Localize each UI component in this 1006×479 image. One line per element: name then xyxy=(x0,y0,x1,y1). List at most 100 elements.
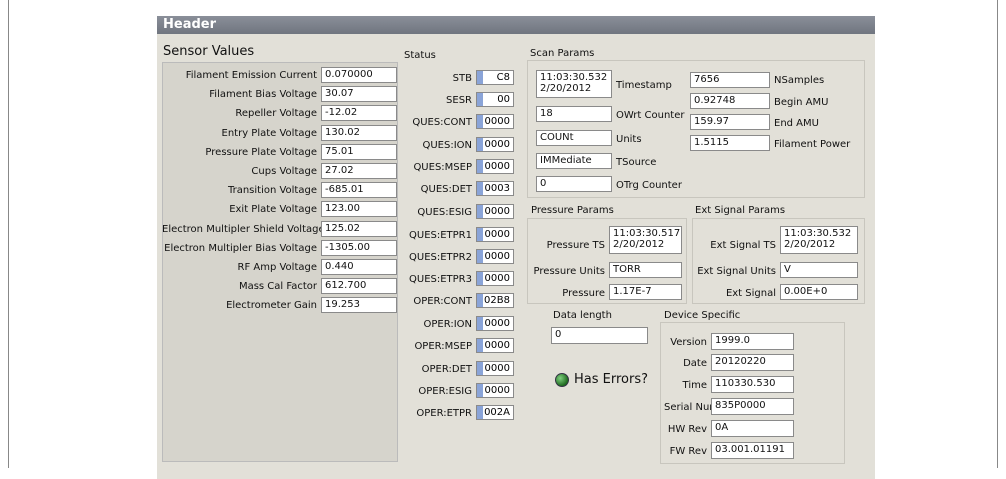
sensor-row-value[interactable]: 0.440 xyxy=(321,259,397,275)
sensor-row-label: Filament Emission Current xyxy=(185,70,317,81)
spinner-icon[interactable] xyxy=(477,115,483,128)
status-hex-field[interactable]: 00 xyxy=(476,92,514,107)
spinner-icon[interactable] xyxy=(477,138,483,151)
spinner-icon[interactable] xyxy=(477,182,483,195)
owrt-counter-field[interactable]: 18 xyxy=(536,106,612,122)
otrg-counter-field[interactable]: 0 xyxy=(536,176,612,192)
status-row-label: SESR xyxy=(446,95,472,106)
status-row-value: 0003 xyxy=(484,183,510,194)
status-title: Status xyxy=(404,50,436,61)
status-hex-field[interactable]: 0000 xyxy=(476,204,514,219)
begin-amu-field[interactable]: 0.92748 xyxy=(690,93,770,109)
sensor-row-label: Entry Plate Voltage xyxy=(221,127,317,139)
spinner-icon[interactable] xyxy=(477,205,483,218)
sensor-row-label: Transition Voltage xyxy=(227,185,317,197)
pressure-params-title: Pressure Params xyxy=(531,205,614,216)
sensor-row-value[interactable]: -1305.00 xyxy=(321,239,397,256)
spinner-icon[interactable] xyxy=(477,93,483,106)
has-errors-led-icon xyxy=(555,373,569,387)
device-row-label: Version xyxy=(670,337,707,348)
sensor-row-value[interactable]: 19.253 xyxy=(321,297,397,314)
spinner-icon[interactable] xyxy=(477,406,483,419)
device-specific-title: Device Specific xyxy=(664,310,741,321)
device-row-value[interactable]: 1999.0 xyxy=(711,333,794,350)
sensor-row-value[interactable]: 27.02 xyxy=(321,163,397,179)
status-hex-field[interactable]: 0003 xyxy=(476,181,514,196)
status-hex-field[interactable]: 0000 xyxy=(476,114,514,129)
sensor-row-value[interactable]: -685.01 xyxy=(321,182,397,199)
status-row-label: QUES:ETPR2 xyxy=(409,252,472,263)
status-hex-field[interactable]: C8 xyxy=(476,70,514,85)
device-row-value[interactable]: 110330.530 xyxy=(711,376,794,393)
status-hex-field[interactable]: 0000 xyxy=(476,271,514,286)
units-field[interactable]: COUNt xyxy=(536,130,612,146)
status-row-label: OPER:ION xyxy=(423,319,472,330)
sensor-row-value[interactable]: 30.07 xyxy=(321,86,397,103)
spinner-icon[interactable] xyxy=(477,384,483,397)
status-row-label: OPER:CONT xyxy=(413,296,472,307)
status-row-label: QUES:ETPR1 xyxy=(409,230,472,241)
spinner-icon[interactable] xyxy=(477,228,483,241)
spinner-icon[interactable] xyxy=(477,294,483,307)
status-hex-field[interactable]: 002A xyxy=(476,405,514,420)
status-row-label: OPER:ESIG xyxy=(418,386,472,397)
pressure-units-field[interactable]: TORR xyxy=(609,262,682,278)
device-row-label: Serial Number xyxy=(664,402,736,413)
end-amu-label: End AMU xyxy=(774,118,819,129)
status-hex-field[interactable]: 0000 xyxy=(476,249,514,264)
ext-signal-ts-field[interactable]: 11:03:30.532 2/20/2012 xyxy=(780,226,858,254)
status-row-value: 0000 xyxy=(484,161,510,172)
status-hex-field[interactable]: 02B8 xyxy=(476,293,514,308)
spinner-icon[interactable] xyxy=(477,160,483,173)
spinner-icon[interactable] xyxy=(477,250,483,263)
sensor-row-value[interactable]: -12.02 xyxy=(321,105,397,122)
sensor-row-value[interactable]: 75.01 xyxy=(321,143,397,160)
sensor-row-label: RF Amp Voltage xyxy=(237,262,318,273)
ext-signal-field[interactable]: 0.00E+0 xyxy=(780,284,858,300)
status-row-value: 0000 xyxy=(484,318,510,329)
status-row-label: QUES:ESIG xyxy=(417,207,472,218)
status-hex-field[interactable]: 0000 xyxy=(476,159,514,174)
spinner-icon[interactable] xyxy=(477,71,483,84)
ext-signal-units-label: Ext Signal Units xyxy=(697,266,776,277)
sensor-row-value[interactable]: 130.02 xyxy=(321,124,397,141)
status-row-value: 0000 xyxy=(484,139,510,150)
status-hex-field[interactable]: 0000 xyxy=(476,361,514,376)
sensor-row-label: Electron Multipler Bias Voltage xyxy=(164,242,317,254)
sensor-values-title: Sensor Values xyxy=(163,44,255,59)
device-row-value[interactable]: 0A xyxy=(711,420,794,437)
sensor-row-value[interactable]: 612.700 xyxy=(321,278,397,295)
end-amu-field[interactable]: 159.97 xyxy=(690,114,770,130)
sensor-row-label: Pressure Plate Voltage xyxy=(205,146,317,158)
spinner-icon[interactable] xyxy=(477,317,483,330)
spinner-icon[interactable] xyxy=(477,339,483,352)
status-row-label: OPER:ETPR xyxy=(416,408,472,419)
pressure-ts-field[interactable]: 11:03:30.517 2/20/2012 xyxy=(609,226,682,254)
ext-signal-units-field[interactable]: V xyxy=(780,262,858,278)
status-hex-field[interactable]: 0000 xyxy=(476,338,514,353)
tsource-field[interactable]: IMMediate xyxy=(536,153,612,169)
timestamp-field[interactable]: 11:03:30.532 2/20/2012 xyxy=(536,70,612,98)
device-row-value[interactable]: 835P0000 xyxy=(711,398,794,415)
status-hex-field[interactable]: 0000 xyxy=(476,137,514,152)
sensor-row-value[interactable]: 125.02 xyxy=(321,220,397,237)
pressure-field[interactable]: 1.17E-7 xyxy=(609,284,682,300)
pressure-label: Pressure xyxy=(562,288,605,299)
spinner-icon[interactable] xyxy=(477,362,483,375)
sensor-row-label: Filament Bias Voltage xyxy=(209,89,317,101)
filament-power-field[interactable]: 1.5115 xyxy=(690,135,770,151)
status-hex-field[interactable]: 0000 xyxy=(476,227,514,242)
data-length-field[interactable]: 0 xyxy=(551,327,648,344)
sensor-row-value[interactable]: 0.070000 xyxy=(321,67,397,83)
pressure-ts-label: Pressure TS xyxy=(546,240,605,251)
device-row-value[interactable]: 03.001.01191 xyxy=(711,442,794,459)
spinner-icon[interactable] xyxy=(477,272,483,285)
status-hex-field[interactable]: 0000 xyxy=(476,383,514,398)
status-hex-field[interactable]: 0000 xyxy=(476,316,514,331)
status-row-value: 0000 xyxy=(484,385,510,396)
sensor-row-value[interactable]: 123.00 xyxy=(321,201,397,218)
nsamples-field[interactable]: 7656 xyxy=(690,72,770,88)
header-bar: Header xyxy=(157,16,875,34)
ext-signal-ts-label: Ext Signal TS xyxy=(710,240,776,251)
device-row-value[interactable]: 20120220 xyxy=(711,354,794,371)
